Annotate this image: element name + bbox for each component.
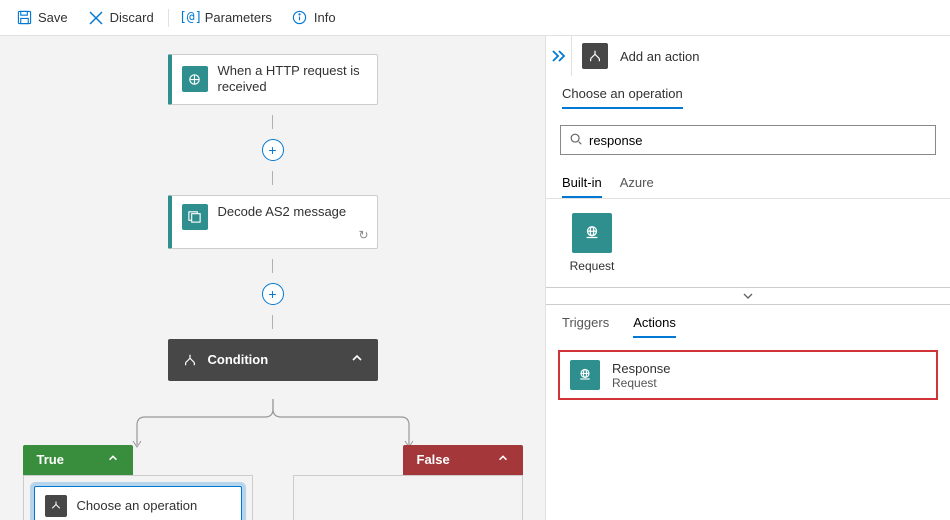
operation-icon — [45, 495, 67, 517]
connector-line — [272, 115, 273, 129]
condition-node[interactable]: Condition — [168, 339, 378, 381]
chevron-up-icon — [107, 452, 119, 467]
discard-icon — [88, 10, 104, 26]
discard-label: Discard — [110, 10, 154, 25]
link-icon: ↻ — [358, 228, 368, 242]
designer-canvas[interactable]: When a HTTP request is received + Decode… — [0, 36, 545, 520]
result-response[interactable]: Response Request — [558, 350, 938, 400]
parameters-icon: [@] — [183, 10, 199, 26]
choose-operation-heading: Choose an operation — [562, 86, 683, 109]
save-button[interactable]: Save — [8, 6, 76, 30]
trigger-label: When a HTTP request is received — [218, 63, 367, 96]
operation-panel: Add an action Choose an operation Built-… — [545, 36, 950, 520]
parameters-button[interactable]: [@] Parameters — [175, 6, 280, 30]
false-branch: False — [293, 445, 523, 520]
true-badge[interactable]: True — [23, 445, 133, 475]
discard-button[interactable]: Discard — [80, 6, 162, 30]
action-icon — [582, 43, 608, 69]
info-button[interactable]: Info — [284, 6, 344, 30]
tab-actions[interactable]: Actions — [633, 315, 676, 338]
false-label: False — [417, 452, 450, 467]
trigger-node[interactable]: When a HTTP request is received — [168, 54, 378, 105]
result-tabs: Triggers Actions — [546, 305, 950, 338]
connector-list: Request — [546, 199, 950, 287]
true-label: True — [37, 452, 64, 467]
search-box[interactable] — [560, 125, 936, 155]
collapse-panel-button[interactable] — [546, 36, 572, 76]
connector-label: Request — [562, 259, 622, 273]
branch-container: True Choose an operation F — [13, 399, 533, 520]
chevron-up-icon — [350, 351, 364, 368]
connector-line — [272, 259, 273, 273]
choose-op-label: Choose an operation — [77, 498, 198, 513]
result-subtitle: Request — [612, 376, 671, 390]
tab-triggers[interactable]: Triggers — [562, 315, 609, 338]
result-title: Response — [612, 361, 671, 376]
add-step-button[interactable]: + — [262, 139, 284, 161]
false-body[interactable] — [293, 475, 523, 520]
separator — [168, 9, 169, 27]
toolbar: Save Discard [@] Parameters Info — [0, 0, 950, 36]
true-branch: True Choose an operation — [23, 445, 253, 520]
decode-node[interactable]: Decode AS2 message ↻ — [168, 195, 378, 249]
search-icon — [569, 132, 583, 149]
search-input[interactable] — [589, 133, 927, 148]
decode-icon — [182, 204, 208, 230]
choose-operation-button[interactable]: Choose an operation — [34, 486, 242, 520]
connector-line — [272, 315, 273, 329]
tab-builtin[interactable]: Built-in — [562, 175, 602, 198]
request-connector-icon — [572, 213, 612, 253]
parameters-label: Parameters — [205, 10, 272, 25]
connector-line — [272, 171, 273, 185]
condition-label: Condition — [208, 352, 269, 367]
expand-connectors-button[interactable] — [546, 287, 950, 305]
scope-tabs: Built-in Azure — [546, 169, 950, 199]
panel-title: Add an action — [620, 49, 700, 64]
false-badge[interactable]: False — [403, 445, 523, 475]
info-label: Info — [314, 10, 336, 25]
connector-request[interactable]: Request — [562, 213, 622, 273]
tab-azure[interactable]: Azure — [620, 175, 654, 198]
decode-label: Decode AS2 message — [218, 204, 347, 220]
save-icon — [16, 10, 32, 26]
chevron-up-icon — [497, 452, 509, 467]
add-step-button[interactable]: + — [262, 283, 284, 305]
http-icon — [182, 66, 208, 92]
response-action-icon — [570, 360, 600, 390]
condition-icon — [182, 352, 198, 368]
true-body: Choose an operation — [23, 475, 253, 520]
save-label: Save — [38, 10, 68, 25]
info-icon — [292, 10, 308, 26]
